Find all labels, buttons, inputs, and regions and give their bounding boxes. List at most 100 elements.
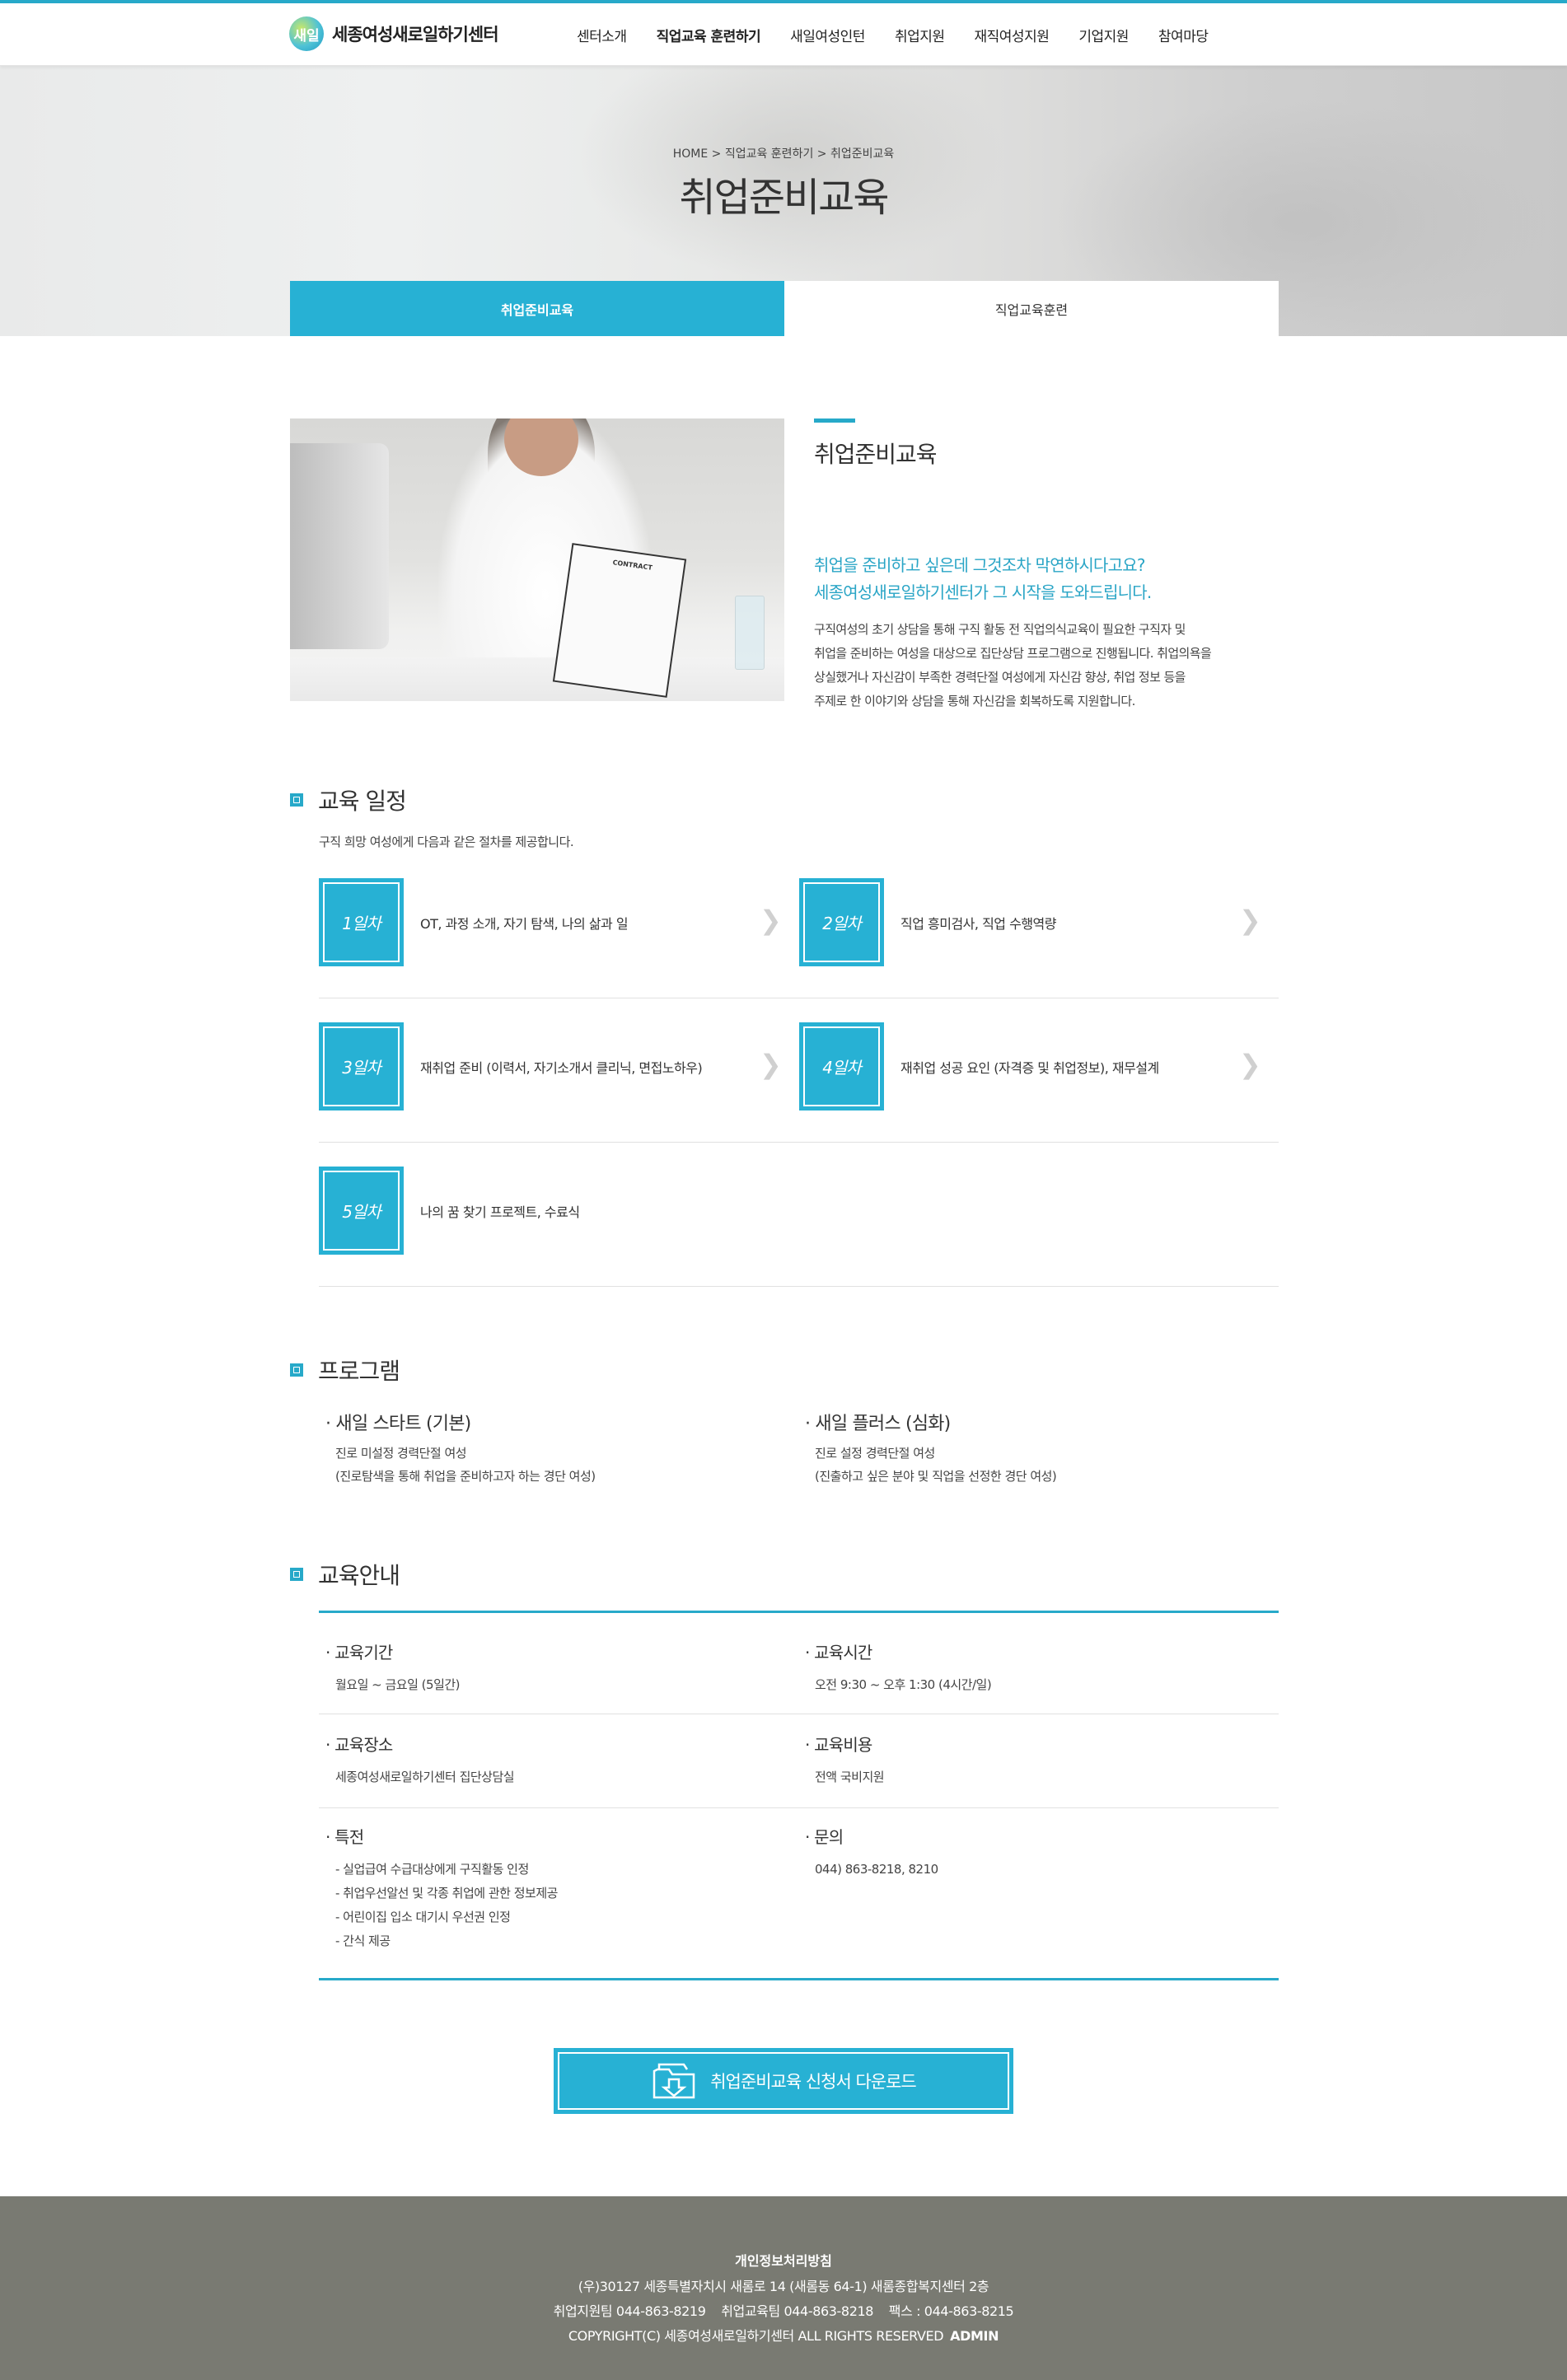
info-value: 전액 국비지원 [815,1770,885,1784]
intro-lead: 취업을 준비하고 싶은데 그것조차 막연하시다고요? 세종여성새로일하기센터가 … [814,552,1152,606]
program-desc: (진출하고 싶은 분야 및 직업을 선정한 경단 여성) [815,1469,1057,1484]
intro-title: 취업준비교육 [814,441,938,468]
intro-body: 구직여성의 초기 상담을 통해 구직 활동 전 직업의식교육이 필요한 구직자 … [814,618,1284,713]
nav-item-community[interactable]: 참여마당 [1158,25,1209,45]
section-square-icon [290,1363,303,1377]
guide-heading: 교육안내 [290,1558,400,1591]
benefit-item: - 간식 제공 [335,1933,391,1948]
nav-item-employment-support[interactable]: 취업지원 [895,25,945,45]
folder-download-icon [653,2063,695,2099]
table-bottom-border [319,1978,1279,1980]
chevron-right-icon: ❯ [760,905,782,936]
day-text: 재취업 준비 (이력서, 자기소개서 클리닉, 면접노하우) [420,1059,703,1076]
info-place: · 교육장소 세종여성새로일하기센터 집단상담실 [325,1732,515,1789]
schedule-title: 교육 일정 [318,788,407,815]
nav-item-company-support[interactable]: 기업지원 [1078,25,1129,45]
privacy-policy-link[interactable]: 개인정보처리방침 [0,2250,1567,2270]
sub-tabs: 취업준비교육 직업교육훈련 [290,281,1279,336]
day-text: 재취업 성공 요인 (자격증 및 취업정보), 재무설계 [900,1059,1159,1076]
day-text: OT, 과정 소개, 자기 탐색, 나의 삶과 일 [420,915,629,932]
footer-copyright: COPYRIGHT(C) 세종여성새로일하기센터 ALL RIGHTS RESE… [568,2328,944,2344]
info-label: · 교육기간 [325,1643,393,1662]
schedule-desc: 구직 희망 여성에게 다음과 같은 절차를 제공합니다. [319,835,574,849]
footer-copyright-row: COPYRIGHT(C) 세종여성새로일하기센터 ALL RIGHTS RESE… [0,2325,1567,2345]
site-logo[interactable]: 새일 세종여성새로일하기센터 [289,16,499,51]
info-label: · 문의 [805,1827,844,1847]
schedule-day-1: 1일차 OT, 과정 소개, 자기 탐색, 나의 삶과 일 [319,878,629,966]
info-period: · 교육기간 월요일 ~ 금요일 (5일간) [325,1639,461,1697]
day-badge: 3일차 [319,1022,404,1111]
guide-title: 교육안내 [318,1562,400,1589]
benefit-list: - 실업급여 수급대상에게 구직활동 인정 - 취업우선알선 및 각종 취업에 … [325,1858,558,1953]
row-divider [319,1286,1279,1287]
site-header: 새일 세종여성새로일하기센터 센터소개 직업교육 훈련하기 새일여성인턴 취업지… [0,3,1567,66]
info-value: 월요일 ~ 금요일 (5일간) [335,1677,461,1692]
benefit-item: - 어린이집 입소 대기시 우선권 인정 [335,1910,511,1924]
program-desc: (진로탐색을 통해 취업을 준비하고자 하는 경단 여성) [335,1469,596,1484]
table-top-border [319,1611,1279,1613]
logo-mark-icon: 새일 [289,16,324,51]
schedule-day-4: 4일차 재취업 성공 요인 (자격증 및 취업정보), 재무설계 [799,1022,1159,1111]
program-start: · 새일 스타트 (기본) 진로 미설정 경력단절 여성 (진로탐색을 통해 취… [325,1409,596,1488]
program-heading: 프로그램 [290,1354,400,1386]
chevron-right-icon: ❯ [1239,1049,1261,1080]
clipboard-shape: CONTRACT [552,543,687,698]
nav-item-center-intro[interactable]: 센터소개 [577,25,627,45]
info-value: 세종여성새로일하기센터 집단상담실 [335,1770,515,1784]
program-name: · 새일 스타트 (기본) [325,1414,471,1434]
day-label: 2일차 [803,882,880,962]
site-footer: 개인정보처리방침 (우)30127 세종특별자치시 새롬로 14 (새롬동 64… [0,2196,1567,2380]
nav-item-intern[interactable]: 새일여성인턴 [790,25,865,45]
info-value: 오전 9:30 ~ 오후 1:30 (4시간/일) [815,1677,992,1692]
info-value: 044) 863-8218, 8210 [815,1862,938,1877]
breadcrumb: HOME > 직업교육 훈련하기 > 취업준비교육 [672,147,895,161]
row-divider [319,1142,1279,1143]
info-label: · 교육비용 [805,1735,872,1755]
schedule-day-5: 5일차 나의 꿈 찾기 프로젝트, 수료식 [319,1167,580,1255]
nav-item-worker-support[interactable]: 재직여성지원 [975,25,1050,45]
nav-item-job-training[interactable]: 직업교육 훈련하기 [657,25,761,45]
day-badge: 4일차 [799,1022,884,1111]
program-desc: 진로 미설정 경력단절 여성 [335,1446,467,1461]
info-label: · 교육장소 [325,1735,393,1755]
benefit-item: - 취업우선알선 및 각종 취업에 관한 정보제공 [335,1886,558,1901]
tab-job-prep[interactable]: 취업준비교육 [290,281,784,336]
day-badge: 5일차 [319,1167,404,1255]
tab-job-training[interactable]: 직업교육훈련 [784,281,1279,336]
chevron-right-icon: ❯ [760,1049,782,1080]
download-label: 취업준비교육 신청서 다운로드 [710,2072,917,2092]
day-label: 3일차 [323,1026,400,1106]
section-square-icon [290,793,303,807]
day-text: 직업 흥미검사, 직업 수행역량 [900,915,1056,932]
intro-body-line: 주제로 한 이야기와 상담을 통해 자신감을 회복하도록 지원합니다. [814,694,1135,708]
info-label: · 특전 [325,1827,364,1847]
day-label: 4일차 [803,1026,880,1106]
benefit-item: - 실업급여 수급대상에게 구직활동 인정 [335,1862,529,1877]
page-title: 취업준비교육 [679,175,890,221]
info-benefits: · 특전 - 실업급여 수급대상에게 구직활동 인정 - 취업우선알선 및 각종… [325,1824,558,1953]
info-label: · 교육시간 [805,1643,872,1662]
day-label: 5일차 [323,1171,400,1251]
info-time: · 교육시간 오전 9:30 ~ 오후 1:30 (4시간/일) [805,1639,992,1697]
intro-body-line: 구직여성의 초기 상담을 통해 구직 활동 전 직업의식교육이 필요한 구직자 … [814,622,1186,637]
schedule-heading: 교육 일정 [290,783,407,816]
program-name: · 새일 플러스 (심화) [805,1414,951,1434]
download-application-button[interactable]: 취업준비교육 신청서 다운로드 [554,2048,1013,2114]
intro-lead-line: 취업을 준비하고 싶은데 그것조차 막연하시다고요? [814,555,1145,575]
footer-phones: 취업지원팀 044-863-8219 취업교육팀 044-863-8218 팩스… [553,2303,1014,2319]
row-divider [319,1807,1279,1808]
program-plus: · 새일 플러스 (심화) 진로 설정 경력단절 여성 (진출하고 싶은 분야 … [805,1409,1057,1488]
program-title: 프로그램 [318,1358,400,1385]
schedule-day-3: 3일차 재취업 준비 (이력서, 자기소개서 클리닉, 면접노하우) [319,1022,703,1111]
program-desc: 진로 설정 경력단절 여성 [815,1446,935,1461]
section-square-icon [290,1568,303,1581]
contract-text: CONTRACT [612,559,653,572]
intro-body-line: 취업을 준비하는 여성을 대상으로 집단상담 프로그램으로 진행됩니다. 취업의… [814,646,1212,661]
footer-address: (우)30127 세종특별자치시 새롬로 14 (새롬동 64-1) 새롬종합복… [578,2279,989,2294]
info-contact: · 문의 044) 863-8218, 8210 [805,1824,938,1882]
desk-shape [290,657,784,701]
info-cost: · 교육비용 전액 국비지원 [805,1732,885,1789]
monitor-shape [290,443,389,649]
admin-link[interactable]: ADMIN [950,2328,999,2344]
day-text: 나의 꿈 찾기 프로젝트, 수료식 [420,1204,580,1220]
